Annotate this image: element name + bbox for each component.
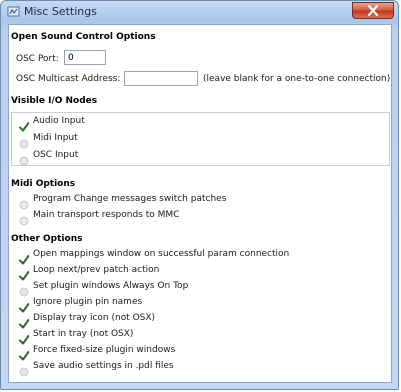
option-label: OSC Input [33,150,79,160]
checkmark-icon [19,314,30,329]
option-label: Main transport responds to MMC [33,210,180,220]
option-label: Ignore plugin pin names [33,297,143,307]
osc-port-label: OSC Port: [16,54,59,64]
option-label: Force fixed-size plugin windows [33,345,176,355]
osc-section-heading: Open Sound Control Options [11,32,156,42]
checkmark-icon [19,266,30,281]
unchecked-circle-icon [19,195,29,210]
option-label: Midi Input [33,133,78,143]
option-label: Open mappings window on successful param… [33,249,290,259]
option-label: Loop next/prev patch action [33,265,160,275]
settings-panel: Open Sound Control Options OSC Port: OSC… [8,24,392,383]
osc-multicast-hint: (leave blank for a one-to-one connection… [203,74,391,84]
option-label: Program Change messages switch patches [33,194,227,204]
checkmark-icon [19,117,30,132]
unchecked-circle-icon [19,362,29,377]
title-bar[interactable]: Misc Settings [1,1,398,23]
unchecked-circle-icon [19,211,29,226]
option-label: Audio Input [33,116,85,126]
unchecked-circle-icon [19,282,29,297]
option-label: Display tray icon (not OSX) [33,313,156,323]
checkmark-icon [19,250,30,265]
unchecked-circle-icon [19,151,29,166]
checkmark-icon [19,298,30,313]
midi-section-heading: Midi Options [11,179,76,189]
io-nodes-section-heading: Visible I/O Nodes [11,96,98,106]
unchecked-circle-icon [19,134,29,149]
option-label: Start in tray (not OSX) [33,329,134,339]
app-icon [7,6,20,17]
other-section-heading: Other Options [11,234,83,244]
checkmark-icon [19,330,30,345]
option-label: Save audio settings in .pdl files [33,361,174,371]
osc-multicast-label: OSC Multicast Address: [16,74,121,84]
settings-window: Misc Settings Open Sound Control Options… [0,0,399,390]
option-label: Set plugin windows Always On Top [33,281,189,291]
close-icon [367,5,379,16]
checkmark-icon [19,346,30,361]
osc-multicast-input[interactable] [124,71,198,86]
osc-port-input[interactable] [64,50,106,65]
close-button[interactable] [352,2,394,19]
window-title: Misc Settings [24,5,97,18]
